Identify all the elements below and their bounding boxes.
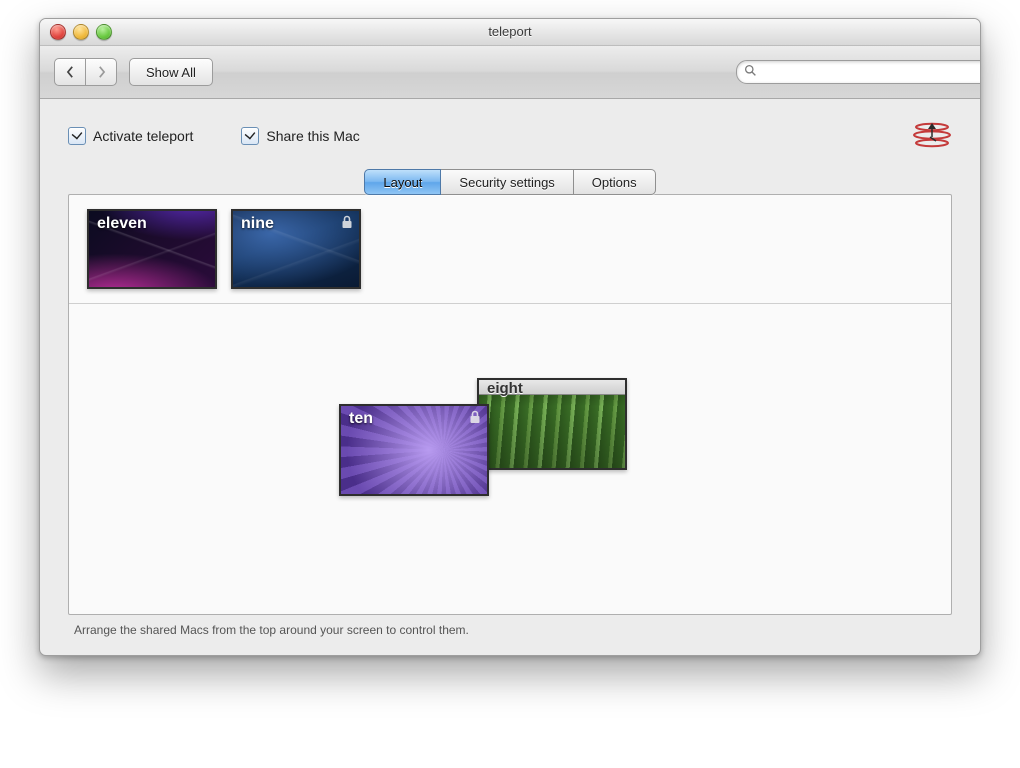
available-macs-row: eleven nine — [69, 195, 951, 303]
tab-label: Layout — [383, 175, 422, 190]
lock-icon — [469, 410, 481, 429]
top-options-row: Activate teleport Share this Mac — [68, 121, 952, 151]
show-all-label: Show All — [146, 65, 196, 80]
zoom-window-button[interactable] — [96, 24, 112, 40]
close-window-button[interactable] — [50, 24, 66, 40]
activate-teleport-label: Activate teleport — [93, 128, 193, 144]
mac-thumbnail-eleven[interactable]: eleven — [87, 209, 217, 289]
tab-options[interactable]: Options — [574, 169, 656, 195]
mac-label: eight — [487, 380, 523, 397]
mac-thumbnail-eight[interactable]: eight — [477, 378, 627, 470]
search-field-wrap — [736, 60, 966, 84]
chevron-right-icon — [97, 66, 106, 78]
window-titlebar: teleport — [40, 19, 980, 46]
search-icon — [744, 64, 757, 80]
toolbar: Show All — [40, 46, 980, 99]
window-title: teleport — [488, 24, 531, 39]
tab-layout[interactable]: Layout — [364, 169, 441, 195]
arrangement-canvas[interactable]: eight ten — [69, 304, 951, 614]
teleport-app-icon — [912, 121, 952, 151]
tab-label: Security settings — [459, 175, 554, 190]
prefpane-window: teleport Show All Activate teleport — [39, 18, 981, 656]
search-input[interactable] — [736, 60, 981, 84]
forward-button[interactable] — [86, 58, 117, 86]
checkbox-icon — [241, 127, 259, 145]
lock-icon — [341, 215, 353, 234]
chevron-left-icon — [66, 66, 75, 78]
show-all-button[interactable]: Show All — [129, 58, 213, 86]
pane-content: Activate teleport Share this Mac — [40, 99, 980, 655]
share-this-mac-label: Share this Mac — [266, 128, 359, 144]
tab-security-settings[interactable]: Security settings — [441, 169, 573, 195]
help-text: Arrange the shared Macs from the top aro… — [68, 615, 952, 637]
tab-bar: Layout Security settings Options — [68, 169, 952, 195]
layout-tab-content: eleven nine eight ten — [68, 194, 952, 615]
mac-thumbnail-nine[interactable]: nine — [231, 209, 361, 289]
mac-thumbnail-ten[interactable]: ten — [339, 404, 489, 496]
mac-label: nine — [241, 215, 274, 233]
mac-label: eleven — [97, 215, 147, 233]
checkbox-icon — [68, 127, 86, 145]
minimize-window-button[interactable] — [73, 24, 89, 40]
traffic-lights — [50, 24, 112, 40]
navigation-segment — [54, 58, 117, 86]
back-button[interactable] — [54, 58, 86, 86]
share-this-mac-checkbox[interactable]: Share this Mac — [241, 127, 359, 145]
tab-label: Options — [592, 175, 637, 190]
activate-teleport-checkbox[interactable]: Activate teleport — [68, 127, 193, 145]
mac-label: ten — [349, 410, 373, 428]
